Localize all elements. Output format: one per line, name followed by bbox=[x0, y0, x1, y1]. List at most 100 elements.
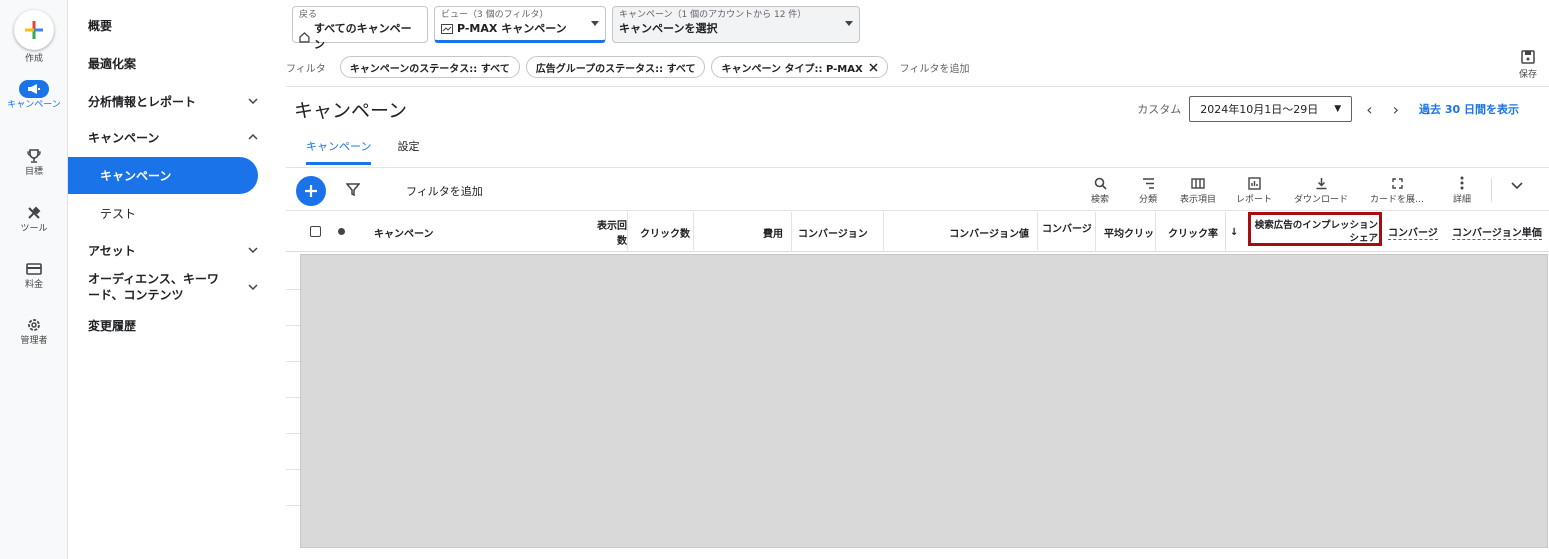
more-vert-icon bbox=[1460, 176, 1464, 190]
reports-tool[interactable]: レポート bbox=[1234, 174, 1274, 205]
date-range-value: 2024年10月1日～29日 bbox=[1200, 103, 1319, 116]
tab-campaigns[interactable]: キャンペーン bbox=[306, 138, 372, 165]
google-ads-campaigns-page: 作成 キャンペーン 目標 ツール 料金 管理者 概要 最適化案 分析情報とレポー… bbox=[0, 0, 1549, 559]
columns-icon bbox=[1191, 177, 1205, 189]
nav-overview[interactable]: 概要 bbox=[68, 12, 268, 38]
nav-campaigns-group[interactable]: キャンペーン bbox=[68, 124, 268, 150]
date-range-picker[interactable]: 2024年10月1日～29日 ▼ bbox=[1189, 96, 1353, 122]
more-tool[interactable]: 詳細 bbox=[1450, 174, 1474, 205]
rail-campaign[interactable]: キャンペーン bbox=[0, 80, 68, 111]
col-ctr[interactable]: クリック率 bbox=[1156, 212, 1226, 252]
search-icon bbox=[1094, 177, 1107, 190]
filter-bar: フィルタ キャンペーンのステータス:: すべて 広告グループのステータス:: す… bbox=[286, 55, 969, 79]
nav-audiences-label: オーディエンス、キーワード、コンテンツ bbox=[88, 272, 219, 302]
rail-campaign-label: キャンペーン bbox=[7, 100, 61, 110]
col-impressions[interactable]: 表示回数 bbox=[594, 212, 628, 252]
filter-chip-campaign-type[interactable]: キャンペーン タイプ:: P-MAX bbox=[711, 56, 888, 78]
close-icon[interactable] bbox=[869, 62, 878, 72]
rail-tools-label: ツール bbox=[20, 224, 48, 234]
campaign-selector[interactable]: キャンペーン（1 個のアカウントから 12 件） キャンペーンを選択 bbox=[612, 6, 860, 43]
download-tool[interactable]: ダウンロード bbox=[1291, 174, 1351, 205]
chevron-down-icon bbox=[248, 98, 258, 104]
col-clicks-label: クリック数 bbox=[640, 228, 690, 240]
nav-change-history[interactable]: 変更履歴 bbox=[68, 312, 268, 338]
col-conversions[interactable]: コンバージョン bbox=[792, 212, 884, 252]
view-value: P-MAX キャンペーン bbox=[457, 22, 567, 35]
main-content: 戻る すべてのキャンペーン ビュー（3 個のフィルタ） P-MAX キャンペーン… bbox=[286, 0, 1549, 559]
tools-icon bbox=[0, 203, 68, 223]
nav-experiments[interactable]: テスト bbox=[68, 200, 268, 226]
toolbar-add-filter[interactable]: フィルタを追加 bbox=[406, 183, 483, 199]
col-cpa[interactable]: コンバージョン単価 bbox=[1452, 212, 1548, 252]
chevron-left-icon[interactable]: ‹ bbox=[1360, 100, 1378, 119]
tab-settings[interactable]: 設定 bbox=[397, 138, 419, 165]
expand-cards-tool[interactable]: カードを展… bbox=[1369, 174, 1425, 205]
nav-experiments-label: テスト bbox=[100, 206, 137, 221]
view-selector[interactable]: ビュー（3 個のフィルタ） P-MAX キャンペーン bbox=[434, 6, 606, 43]
rail-billing-label: 料金 bbox=[24, 280, 43, 290]
side-nav: 概要 最適化案 分析情報とレポート キャンペーン キャンペーン テスト アセット… bbox=[68, 0, 286, 559]
col-campaign[interactable]: キャンペーン bbox=[374, 212, 594, 252]
nav-campaigns-label: キャンペーン bbox=[100, 169, 172, 183]
date-label: カスタム bbox=[1137, 103, 1182, 116]
nav-change-history-label: 変更履歴 bbox=[88, 318, 137, 333]
segment-tool[interactable]: 分類 bbox=[1136, 174, 1160, 205]
nav-recommendations-label: 最適化案 bbox=[88, 56, 137, 71]
col-cpa-label: コンバージョン単価 bbox=[1452, 224, 1542, 240]
nav-audiences[interactable]: オーディエンス、キーワード、コンテンツ bbox=[68, 268, 268, 306]
filter-chip-campaign-status[interactable]: キャンペーンのステータス:: すべて bbox=[339, 56, 520, 78]
rail-admin[interactable]: 管理者 bbox=[0, 315, 68, 347]
select-all-checkbox[interactable] bbox=[310, 226, 321, 237]
date-range-area: カスタム 2024年10月1日～29日 ▼ ‹ › 過去 30 日間を表示 bbox=[1137, 96, 1519, 122]
nav-campaigns[interactable]: キャンペーン bbox=[68, 157, 258, 194]
plus-multicolor-icon bbox=[25, 21, 43, 39]
highlight-box bbox=[1248, 212, 1382, 246]
show-last-30-days-link[interactable]: 過去 30 日間を表示 bbox=[1419, 101, 1519, 117]
chevron-down-icon bbox=[248, 284, 258, 290]
columns-tool[interactable]: 表示項目 bbox=[1178, 174, 1218, 205]
campaign-label: キャンペーン（1 個のアカウントから 12 件） bbox=[619, 10, 807, 20]
filter-chip-adgroup-status[interactable]: 広告グループのステータス:: すべて bbox=[525, 56, 706, 78]
chevron-down-icon[interactable] bbox=[1511, 182, 1523, 190]
add-campaign-button[interactable] bbox=[296, 176, 326, 206]
col-conv2[interactable]: コンバージ bbox=[1388, 212, 1444, 252]
col-conv-rate[interactable]: コンバージ bbox=[1038, 212, 1096, 252]
create-button[interactable] bbox=[14, 10, 54, 50]
toolbar-separator bbox=[1491, 178, 1492, 202]
sort-arrow-icon[interactable]: ↓ bbox=[1230, 212, 1246, 252]
col-conv-value[interactable]: コンバージョン値 bbox=[884, 212, 1038, 252]
col-cost[interactable]: 費用 bbox=[694, 212, 792, 252]
col-avg-cpc[interactable]: 平均クリッ bbox=[1096, 212, 1156, 252]
campaign-value: キャンペーンを選択 bbox=[619, 22, 718, 35]
col-conv2-label: コンバージ bbox=[1388, 224, 1438, 240]
save-label: 保存 bbox=[1518, 70, 1537, 80]
chevron-right-icon[interactable]: › bbox=[1387, 100, 1405, 119]
nav-assets[interactable]: アセット bbox=[68, 237, 268, 263]
chevron-down-icon bbox=[248, 247, 258, 253]
rail-goals-label: 目標 bbox=[24, 167, 43, 177]
rail-billing[interactable]: 料金 bbox=[0, 259, 68, 291]
nav-recommendations[interactable]: 最適化案 bbox=[68, 50, 268, 76]
rail-goals[interactable]: 目標 bbox=[0, 146, 68, 178]
filter-icon[interactable] bbox=[346, 182, 360, 196]
home-icon bbox=[299, 31, 310, 43]
search-tool-label: 検索 bbox=[1090, 195, 1109, 205]
col-avg-cpc-label: 平均クリッ bbox=[1104, 228, 1154, 240]
back-value: すべてのキャンペーン bbox=[313, 22, 412, 51]
add-filter-link[interactable]: フィルタを追加 bbox=[900, 60, 970, 75]
segment-icon bbox=[1142, 177, 1154, 189]
table-toolbar: フィルタを追加 検索 分類 表示項目 レポート ダウンロード カードを展… 詳細 bbox=[286, 167, 1549, 211]
save-button[interactable]: 保存 bbox=[1519, 50, 1537, 80]
expand-cards-tool-label: カードを展… bbox=[1369, 195, 1424, 205]
nav-assets-label: アセット bbox=[88, 243, 136, 258]
rail-create[interactable]: 作成 bbox=[0, 10, 68, 65]
nav-insights[interactable]: 分析情報とレポート bbox=[68, 88, 268, 114]
filter-chip-campaign-type-label: キャンペーン タイプ:: P-MAX bbox=[721, 63, 863, 75]
rail-tools[interactable]: ツール bbox=[0, 203, 68, 235]
nav-campaigns-group-label: キャンペーン bbox=[88, 130, 160, 145]
search-tool[interactable]: 検索 bbox=[1088, 174, 1112, 205]
col-clicks[interactable]: クリック数 bbox=[628, 212, 694, 252]
back-selector[interactable]: 戻る すべてのキャンペーン bbox=[292, 6, 428, 51]
columns-tool-label: 表示項目 bbox=[1179, 195, 1216, 205]
table-body-placeholder bbox=[300, 254, 1548, 548]
